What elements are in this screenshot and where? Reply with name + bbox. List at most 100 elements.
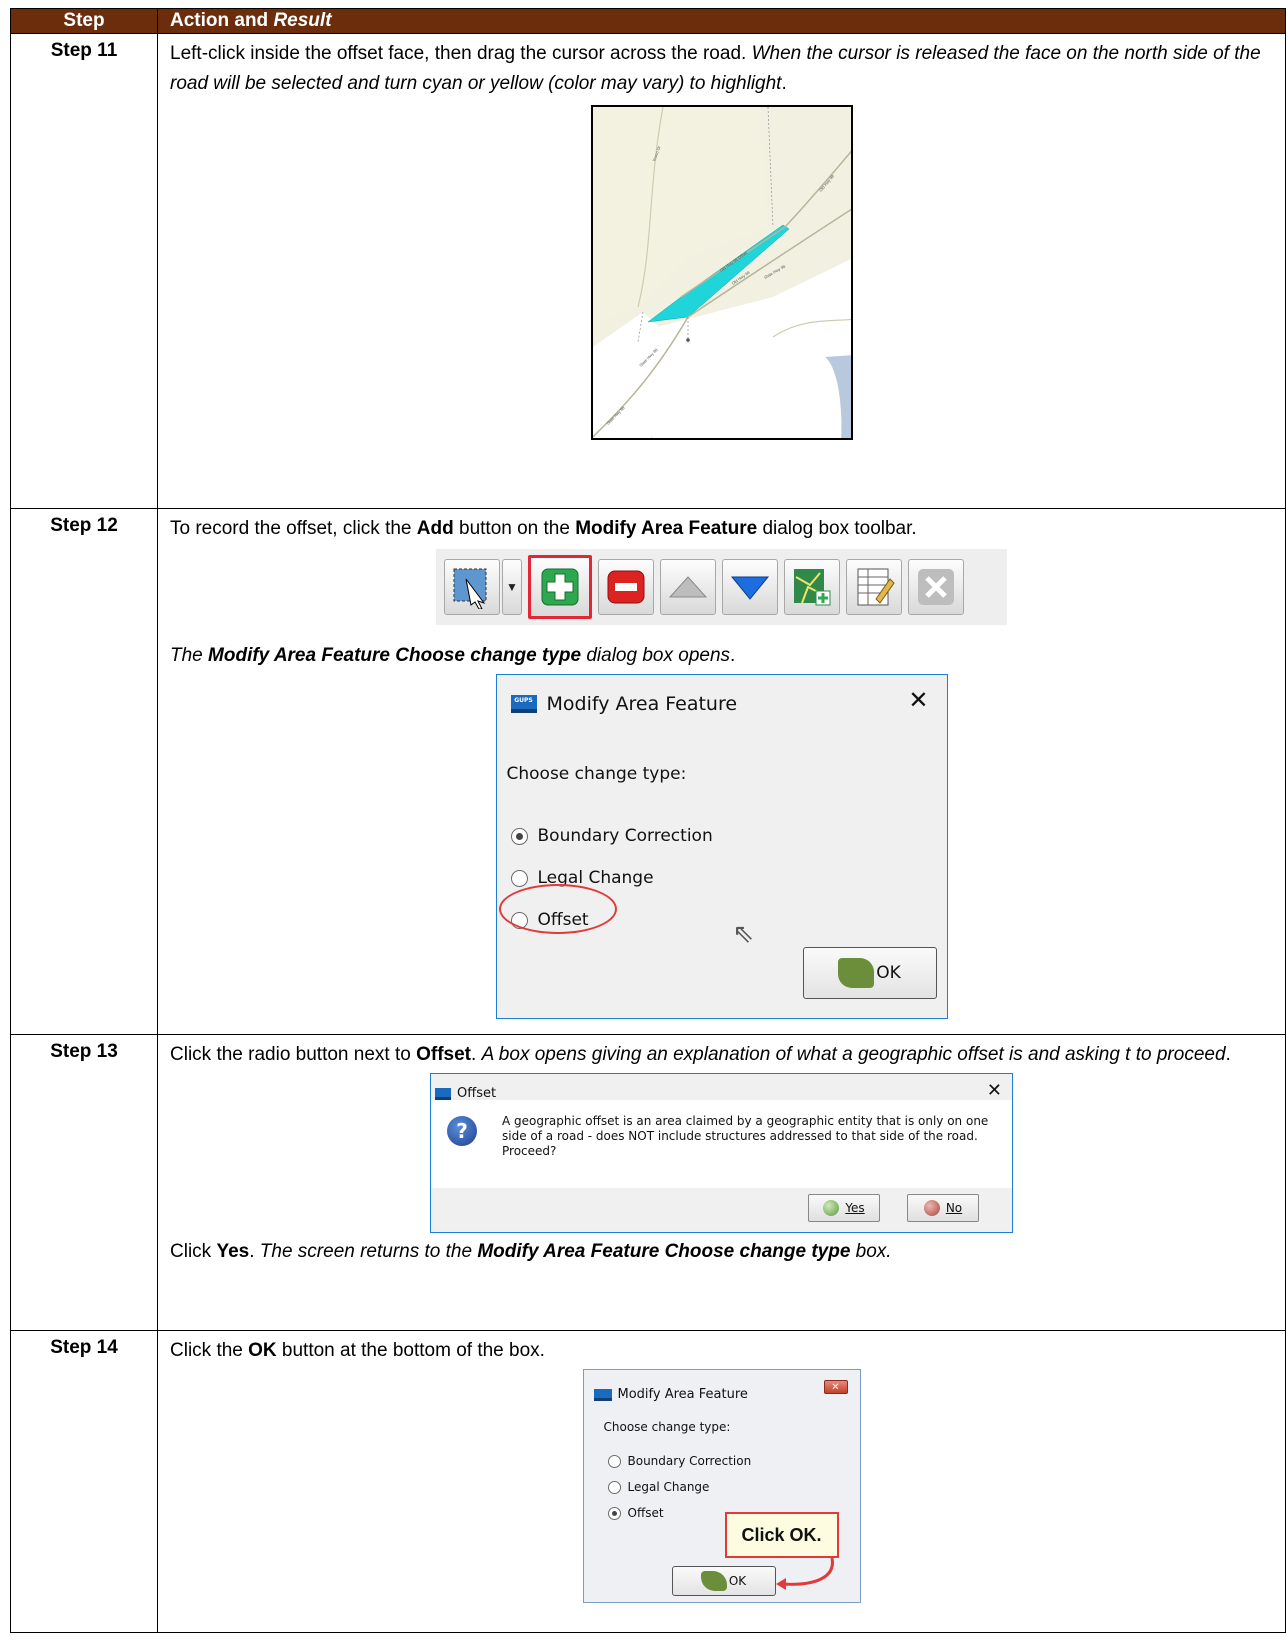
- radio-label: Offset: [627, 1506, 664, 1520]
- close-icon: [918, 569, 954, 605]
- add-label: Add: [416, 518, 454, 539]
- caption-dialog-name: Modify Area Feature Choose change type: [208, 645, 582, 666]
- remove-icon: [607, 570, 645, 604]
- caption-text: box.: [850, 1241, 892, 1262]
- dialog-title: Modify Area Feature: [593, 1380, 748, 1410]
- dialog-prompt: Choose change type:: [603, 1420, 731, 1434]
- no-label: No: [945, 1201, 963, 1215]
- radio-icon: [607, 1480, 621, 1494]
- instruction-end: .: [1225, 1044, 1231, 1065]
- dialog-title-text: Modify Area Feature: [617, 1387, 748, 1402]
- no-button[interactable]: No: [907, 1194, 979, 1222]
- caption-text: Click: [170, 1241, 217, 1262]
- remove-button[interactable]: [598, 559, 654, 615]
- instruction-text: To record the offset, click the: [170, 518, 417, 539]
- cursor-icon: ⇖: [732, 919, 755, 949]
- map-drawing: Youco Dr Old Hwy 98 Offset Old Hwy 98 Ol…: [592, 107, 851, 438]
- instruction-text: Left-click inside the offset face, then …: [170, 43, 752, 64]
- close-button[interactable]: [908, 559, 964, 615]
- step-instruction: Click the OK button at the bottom of the…: [170, 1336, 1273, 1366]
- click-ok-callout: Click OK.: [724, 1512, 839, 1558]
- instruction-text: Click the radio button next to: [170, 1044, 417, 1065]
- modify-area-toolbar: ▼: [436, 549, 1007, 625]
- dialog-body: ? A geographic offset is an area claimed…: [431, 1100, 1012, 1188]
- select-area-icon: [453, 568, 487, 609]
- dialog-title: GUPS Modify Area Feature: [510, 689, 738, 719]
- highlight-ring: [498, 884, 617, 934]
- add-icon: [541, 568, 579, 606]
- table-row: Step 11 Left-click inside the offset fac…: [10, 33, 1286, 509]
- dialog-name: Modify Area Feature: [575, 518, 758, 539]
- map-add-button[interactable]: [784, 559, 840, 615]
- edit-table-button[interactable]: [846, 559, 902, 615]
- ok-arrow-icon: [838, 958, 875, 988]
- dropdown-button[interactable]: ▼: [502, 559, 522, 615]
- header-action-plain: Action and: [170, 10, 274, 31]
- caption-text: .: [249, 1241, 260, 1262]
- steps-table: Step Action and Result Step 11 Left-clic…: [10, 8, 1286, 1633]
- radio-selected-icon: [607, 1506, 621, 1520]
- instruction-text: dialog box toolbar.: [757, 518, 917, 539]
- move-up-icon: [668, 576, 708, 598]
- caption-text: dialog box opens: [581, 645, 731, 666]
- app-icon: GUPS: [510, 695, 537, 713]
- ok-button[interactable]: OK: [671, 1566, 776, 1596]
- yes-icon: [823, 1200, 840, 1216]
- map-screenshot: Youco Dr Old Hwy 98 Offset Old Hwy 98 Ol…: [590, 105, 853, 440]
- dialog-prompt: Choose change type:: [506, 764, 687, 784]
- app-icon: [435, 1088, 451, 1100]
- step-instruction: Click the radio button next to Offset. A…: [170, 1040, 1273, 1070]
- caption-dialog-name: Modify Area Feature Choose change type: [477, 1241, 851, 1262]
- ok-label: OK: [728, 1574, 747, 1588]
- step-label: Step 14: [10, 1330, 158, 1633]
- table-header-row: Step Action and Result: [10, 8, 1286, 34]
- close-icon[interactable]: ✕: [823, 1380, 848, 1394]
- action-cell: Click the radio button next to Offset. A…: [157, 1034, 1286, 1331]
- radio-label: Boundary Correction: [537, 826, 713, 846]
- action-cell: To record the offset, click the Add butt…: [157, 508, 1286, 1035]
- select-area-button[interactable]: [444, 559, 500, 615]
- radio-selected-icon: [510, 827, 528, 845]
- dialog-message: A geographic offset is an area claimed b…: [502, 1114, 989, 1158]
- dropdown-icon: ▼: [506, 580, 518, 594]
- result-text: A box opens giving an explanation of wha…: [481, 1044, 1226, 1065]
- callout-arrow-icon: [775, 1557, 834, 1590]
- instruction-text: button on the: [453, 518, 576, 539]
- modify-area-dialog-small: Modify Area Feature ✕ Choose change type…: [582, 1369, 861, 1603]
- modify-area-dialog: GUPS Modify Area Feature ✕ Choose change …: [495, 674, 948, 1019]
- offset-label: Offset: [416, 1044, 471, 1065]
- header-action-italic: Result: [273, 10, 332, 31]
- step-label: Step 13: [10, 1034, 158, 1331]
- close-icon[interactable]: ✕: [908, 685, 928, 715]
- radio-boundary-correction[interactable]: Boundary Correction: [510, 821, 713, 851]
- map-add-icon: [794, 569, 831, 606]
- radio-icon: [607, 1454, 621, 1468]
- move-down-button[interactable]: [722, 559, 778, 615]
- ok-label-bold: OK: [248, 1340, 277, 1361]
- instruction-text: button at the bottom of the box.: [276, 1340, 545, 1361]
- result-caption: The Modify Area Feature Choose change ty…: [170, 641, 1273, 671]
- result-caption: Click Yes. The screen returns to the Mod…: [170, 1237, 1273, 1267]
- instruction-text: .: [471, 1044, 482, 1065]
- table-row: Step 12 To record the offset, click the …: [10, 508, 1286, 1035]
- move-up-button[interactable]: [660, 559, 716, 615]
- offset-dialog: Offset ✕ ? A geographic offset is an are…: [430, 1073, 1013, 1233]
- header-action: Action and Result: [157, 8, 1286, 34]
- yes-label-bold: Yes: [216, 1241, 250, 1262]
- question-icon: ?: [447, 1116, 477, 1146]
- instruction-end: .: [781, 73, 787, 94]
- header-step: Step: [10, 8, 158, 34]
- yes-button[interactable]: Yes: [808, 1194, 880, 1222]
- action-cell: Left-click inside the offset face, then …: [157, 33, 1286, 509]
- ok-button[interactable]: OK: [802, 947, 937, 999]
- move-down-icon: [730, 576, 770, 600]
- no-icon: [923, 1200, 940, 1216]
- edit-table-icon: [857, 568, 895, 606]
- table-row: Step 13 Click the radio button next to O…: [10, 1034, 1286, 1331]
- table-row: Step 14 Click the OK button at the botto…: [10, 1330, 1286, 1633]
- add-button[interactable]: [528, 555, 592, 619]
- dialog-title-text: Modify Area Feature: [546, 693, 738, 715]
- radio-offset[interactable]: Offset: [607, 1498, 664, 1528]
- step-instruction: Left-click inside the offset face, then …: [170, 39, 1273, 99]
- ok-arrow-icon: [700, 1571, 727, 1591]
